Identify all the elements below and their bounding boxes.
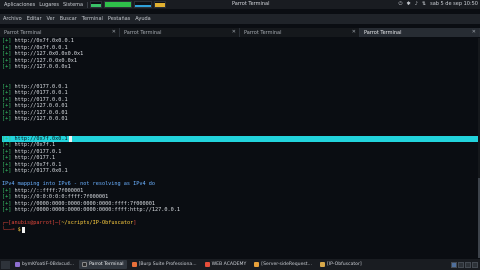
taskbar-item[interactable]: [Burp Suite Professiona... [129, 260, 200, 269]
prompt-user-host: anubis@parrot [11, 220, 52, 226]
tab-label: Parrot Terminal [244, 29, 282, 36]
volume-icon[interactable]: ♪ [415, 1, 418, 7]
tab-label: Parrot Terminal [124, 29, 162, 36]
menu-archivo[interactable]: Archivo [3, 16, 22, 22]
tab-4-active[interactable]: Parrot Terminal ✕ [360, 28, 480, 37]
system-tray: ⏻ ✱ ♪ ⇅ sab 5 de sep 10:50 [399, 1, 478, 7]
menu-pestanas[interactable]: Pestañas [108, 16, 130, 22]
network-graph [134, 1, 153, 8]
taskbar-item[interactable]: bymKfoatiF-0Bdxcud... [12, 260, 77, 269]
menu-ayuda[interactable]: Ayuda [135, 16, 150, 22]
load-graph [154, 1, 167, 8]
terminal-menubar: Archivo Editar Ver Buscar Terminal Pesta… [0, 14, 480, 24]
folder-icon [319, 262, 325, 267]
close-icon[interactable]: ✕ [232, 29, 236, 35]
terminal-output[interactable]: [+] http://0x7f.0x0.0.1 [+] http://0x7f.… [0, 38, 480, 258]
taskbar-item[interactable]: [IP-Obfuscator] [317, 260, 365, 269]
workspace-switcher[interactable] [451, 261, 478, 268]
tab-1[interactable]: Parrot Terminal ✕ [0, 28, 120, 37]
close-icon[interactable]: ✕ [352, 29, 356, 35]
power-icon[interactable]: ⏻ [399, 1, 403, 7]
text-cursor [68, 135, 72, 142]
tab-3[interactable]: Parrot Terminal ✕ [240, 28, 360, 37]
tab-2[interactable]: Parrot Terminal ✕ [120, 28, 240, 37]
burp-icon [131, 262, 137, 267]
terminal-icon [82, 262, 88, 267]
system-menu[interactable]: Sistema [63, 2, 83, 8]
apps-menu[interactable]: Aplicaciones [4, 2, 35, 8]
workspace-3[interactable] [465, 261, 471, 268]
panel-separator [87, 1, 89, 8]
close-icon[interactable]: ✕ [112, 29, 116, 35]
tab-label: Parrot Terminal [364, 29, 402, 36]
tab-label: Parrot Terminal [4, 29, 42, 36]
input-cursor [21, 226, 25, 233]
workspace-4[interactable] [472, 261, 478, 268]
taskbar-item[interactable]: [Server-sideRequest... [251, 260, 315, 269]
network-icon[interactable]: ⇅ [422, 1, 426, 7]
bluetooth-icon[interactable]: ✱ [406, 1, 410, 7]
cpu-graph [90, 1, 103, 8]
active-window-title: Parrot Terminal [232, 1, 270, 7]
show-desktop-button[interactable] [1, 260, 10, 269]
terminal-tabbar: Parrot Terminal ✕ Parrot Terminal ✕ Parrot… [0, 28, 480, 37]
close-icon[interactable]: ✕ [472, 29, 476, 35]
taskbar-item[interactable]: WEB ACADEMY [202, 260, 250, 269]
browser-icon [204, 262, 210, 267]
workspace-1[interactable] [451, 261, 457, 268]
memory-graph [104, 1, 133, 8]
image-viewer-icon [15, 262, 20, 267]
top-panel: Aplicaciones Lugares Sistema Parrot Term… [0, 0, 480, 9]
places-menu[interactable]: Lugares [39, 2, 59, 8]
menu-buscar[interactable]: Buscar [60, 16, 77, 22]
browser-icon [254, 262, 260, 267]
prompt-line-input[interactable]: └──╼ $ [2, 226, 480, 234]
prompt-path: ~/scripts/IP-Obfuscator [61, 220, 134, 226]
clock[interactable]: sab 5 de sep 10:50 [430, 1, 478, 7]
bottom-taskbar: bymKfoatiF-0Bdxcud... Parrot Terminal [B… [0, 259, 480, 270]
workspace-2[interactable] [458, 261, 464, 268]
menu-terminal[interactable]: Terminal [82, 16, 103, 22]
taskbar-item-active[interactable]: Parrot Terminal [79, 260, 127, 269]
menu-editar[interactable]: Editar [27, 16, 42, 22]
menu-ver[interactable]: Ver [47, 16, 55, 22]
